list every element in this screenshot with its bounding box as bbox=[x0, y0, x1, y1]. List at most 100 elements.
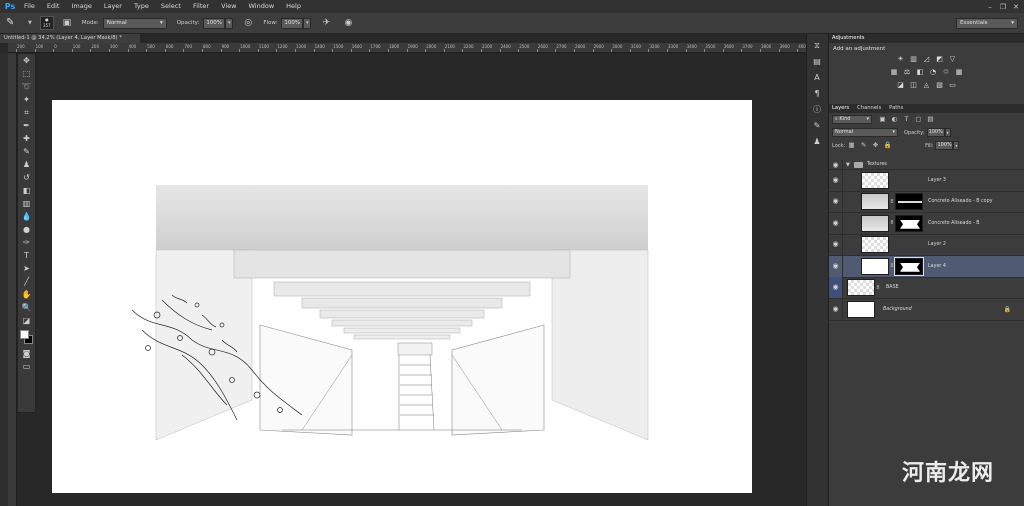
pen-tool-icon[interactable]: ✑ bbox=[18, 236, 35, 249]
dodge-tool-icon[interactable]: ● bbox=[18, 223, 35, 236]
fill-slider-toggle[interactable]: ▾ bbox=[953, 141, 960, 150]
lock-image-icon[interactable]: ✎ bbox=[859, 141, 868, 150]
menu-help[interactable]: Help bbox=[280, 0, 307, 13]
lock-all-icon[interactable]: 🔒 bbox=[883, 141, 892, 150]
menu-filter[interactable]: Filter bbox=[187, 0, 215, 13]
blend-mode-select[interactable]: Normal ▾ bbox=[832, 128, 898, 137]
menu-image[interactable]: Image bbox=[65, 0, 97, 13]
menu-edit[interactable]: Edit bbox=[41, 0, 66, 13]
menu-window[interactable]: Window bbox=[243, 0, 281, 13]
info-panel-icon[interactable]: ⓘ bbox=[807, 102, 827, 118]
eyedropper-tool-icon[interactable]: ✒ bbox=[18, 119, 35, 132]
layer-mask-thumbnail[interactable] bbox=[895, 193, 923, 211]
quick-selection-tool-icon[interactable]: ✦ bbox=[18, 93, 35, 106]
layer-row[interactable]: ◉ 8 Concreto Aliseado - B copy bbox=[829, 191, 1024, 213]
paragraph-panel-icon[interactable]: ¶ bbox=[807, 86, 827, 102]
photo-filter-icon[interactable]: ◔ bbox=[929, 68, 938, 77]
channel-mixer-icon[interactable]: ♲ bbox=[942, 68, 951, 77]
posterize-icon[interactable]: ◫ bbox=[909, 81, 918, 90]
brush-tool-icon[interactable]: ✎ bbox=[18, 145, 35, 158]
line-tool-icon[interactable]: ╱ bbox=[18, 275, 35, 288]
layer-row[interactable]: ◉ Background 🔒 bbox=[829, 298, 1024, 321]
lock-transparent-icon[interactable]: ▦ bbox=[847, 141, 856, 150]
visibility-eye-icon[interactable]: ◉ bbox=[829, 298, 843, 320]
airbrush-icon[interactable]: ✈ bbox=[319, 16, 333, 30]
visibility-eye-icon[interactable]: ◉ bbox=[829, 212, 843, 234]
layer-mask-thumbnail[interactable] bbox=[894, 256, 924, 276]
blur-tool-icon[interactable]: 💧 bbox=[18, 210, 35, 223]
brush-panel-icon[interactable]: ✎ bbox=[807, 118, 827, 134]
clone-source-panel-icon[interactable]: ♟ bbox=[807, 134, 827, 150]
tab-paths[interactable]: Paths bbox=[889, 104, 903, 113]
gradient-tool-icon[interactable]: ▥ bbox=[18, 197, 35, 210]
tab-adjustments[interactable]: Adjustments bbox=[832, 34, 865, 43]
kind-filter-select[interactable]: ⌕ Kind ▾ bbox=[832, 115, 872, 124]
layer-opacity-input[interactable]: 100% bbox=[926, 128, 945, 137]
path-selection-tool-icon[interactable]: ➤ bbox=[18, 262, 35, 275]
layer-row[interactable]: ◉ 8 BASE bbox=[829, 277, 1024, 299]
curves-icon[interactable]: ◿ bbox=[922, 55, 931, 64]
zoom-tool-icon[interactable]: 🔍 bbox=[18, 301, 35, 314]
opacity-slider-toggle[interactable]: ▾ bbox=[225, 17, 234, 29]
visibility-eye-icon[interactable]: ◉ bbox=[829, 159, 843, 170]
crop-tool-icon[interactable]: ⌗ bbox=[18, 106, 35, 119]
marquee-tool-icon[interactable]: ⬚ bbox=[18, 67, 35, 80]
move-tool-icon[interactable]: ✥ bbox=[18, 54, 35, 67]
brightness-contrast-icon[interactable]: ☀ bbox=[896, 55, 905, 64]
layer-row[interactable]: ◉ Layer 3 bbox=[829, 169, 1024, 192]
pressure-opacity-icon[interactable]: ◎ bbox=[241, 16, 255, 30]
foreground-color-swatch[interactable] bbox=[20, 330, 29, 339]
layer-opacity-slider-toggle[interactable]: ▾ bbox=[944, 128, 951, 137]
properties-panel-icon[interactable]: ▤ bbox=[807, 54, 827, 70]
disclosure-triangle-icon[interactable]: ▼ bbox=[846, 162, 850, 168]
document-tab[interactable]: Untitled-1 @ 34,2% (Layer 4, Layer Mask/… bbox=[0, 34, 140, 43]
clone-stamp-tool-icon[interactable]: ♟ bbox=[18, 158, 35, 171]
hand-tool-icon[interactable]: ✋ bbox=[18, 288, 35, 301]
type-tool-icon[interactable]: T bbox=[18, 249, 35, 262]
visibility-eye-icon[interactable]: ◉ bbox=[829, 191, 843, 213]
lasso-tool-icon[interactable]: ➰ bbox=[18, 80, 35, 93]
layer-row-selected[interactable]: ◉ 8 Layer 4 bbox=[829, 255, 1024, 278]
eraser-tool-icon[interactable]: ◧ bbox=[18, 184, 35, 197]
character-panel-icon[interactable]: A bbox=[807, 70, 827, 86]
layer-mask-thumbnail[interactable] bbox=[895, 214, 923, 232]
pressure-size-icon[interactable]: ◉ bbox=[341, 16, 355, 30]
visibility-eye-icon[interactable]: ◉ bbox=[829, 234, 843, 256]
tab-channels[interactable]: Channels bbox=[857, 104, 881, 113]
menu-layer[interactable]: Layer bbox=[98, 0, 128, 13]
gradient-map-icon[interactable]: ▭ bbox=[948, 81, 957, 90]
exposure-icon[interactable]: ◩ bbox=[935, 55, 944, 64]
color-balance-icon[interactable]: ⚖ bbox=[903, 68, 912, 77]
layer-row[interactable]: ◉ Layer 2 bbox=[829, 234, 1024, 256]
selective-color-icon[interactable]: ▧ bbox=[935, 81, 944, 90]
type-filter-icon[interactable]: T bbox=[902, 115, 911, 124]
screen-mode-icon[interactable]: ▭ bbox=[18, 360, 35, 373]
vertical-ruler[interactable] bbox=[8, 53, 17, 506]
healing-brush-tool-icon[interactable]: ✚ bbox=[18, 132, 35, 145]
canvas-area[interactable] bbox=[37, 53, 806, 506]
tab-layers[interactable]: Layers bbox=[832, 104, 849, 113]
default-colors-icon[interactable]: ◪ bbox=[18, 314, 35, 327]
menu-view[interactable]: View bbox=[215, 0, 242, 13]
lock-position-icon[interactable]: ✥ bbox=[871, 141, 880, 150]
brush-tool-preset-icon[interactable]: ✎ bbox=[6, 15, 28, 31]
workspace-select[interactable]: Essentials ▾ bbox=[956, 18, 1018, 29]
pixel-filter-icon[interactable]: ▣ bbox=[878, 115, 887, 124]
close-icon[interactable]: ✕ bbox=[1011, 2, 1021, 12]
layer-group-row[interactable]: ◉ ▼ Textures bbox=[829, 159, 1024, 170]
menu-select[interactable]: Select bbox=[155, 0, 187, 13]
smart-object-filter-icon[interactable]: ▤ bbox=[926, 115, 935, 124]
visibility-eye-icon[interactable]: ◉ bbox=[829, 277, 843, 299]
restore-icon[interactable]: ❐ bbox=[998, 2, 1008, 12]
visibility-eye-icon[interactable]: ◉ bbox=[829, 169, 843, 191]
document-canvas[interactable] bbox=[52, 100, 752, 493]
chevron-down-icon[interactable]: ▼ bbox=[28, 20, 32, 26]
layer-row[interactable]: ◉ 8 Concreto Aliseado - B bbox=[829, 212, 1024, 235]
vibrance-icon[interactable]: ▽ bbox=[948, 55, 957, 64]
horizontal-ruler[interactable]: 200 100 0 100 200 300 400 500 600 700 800 900 1000 11… bbox=[8, 43, 806, 53]
threshold-icon[interactable]: ◬ bbox=[922, 81, 931, 90]
menu-file[interactable]: File bbox=[18, 0, 41, 13]
brush-panel-toggle-icon[interactable]: ▣ bbox=[60, 16, 74, 30]
history-brush-tool-icon[interactable]: ↺ bbox=[18, 171, 35, 184]
opacity-input[interactable]: 100% bbox=[203, 17, 226, 29]
